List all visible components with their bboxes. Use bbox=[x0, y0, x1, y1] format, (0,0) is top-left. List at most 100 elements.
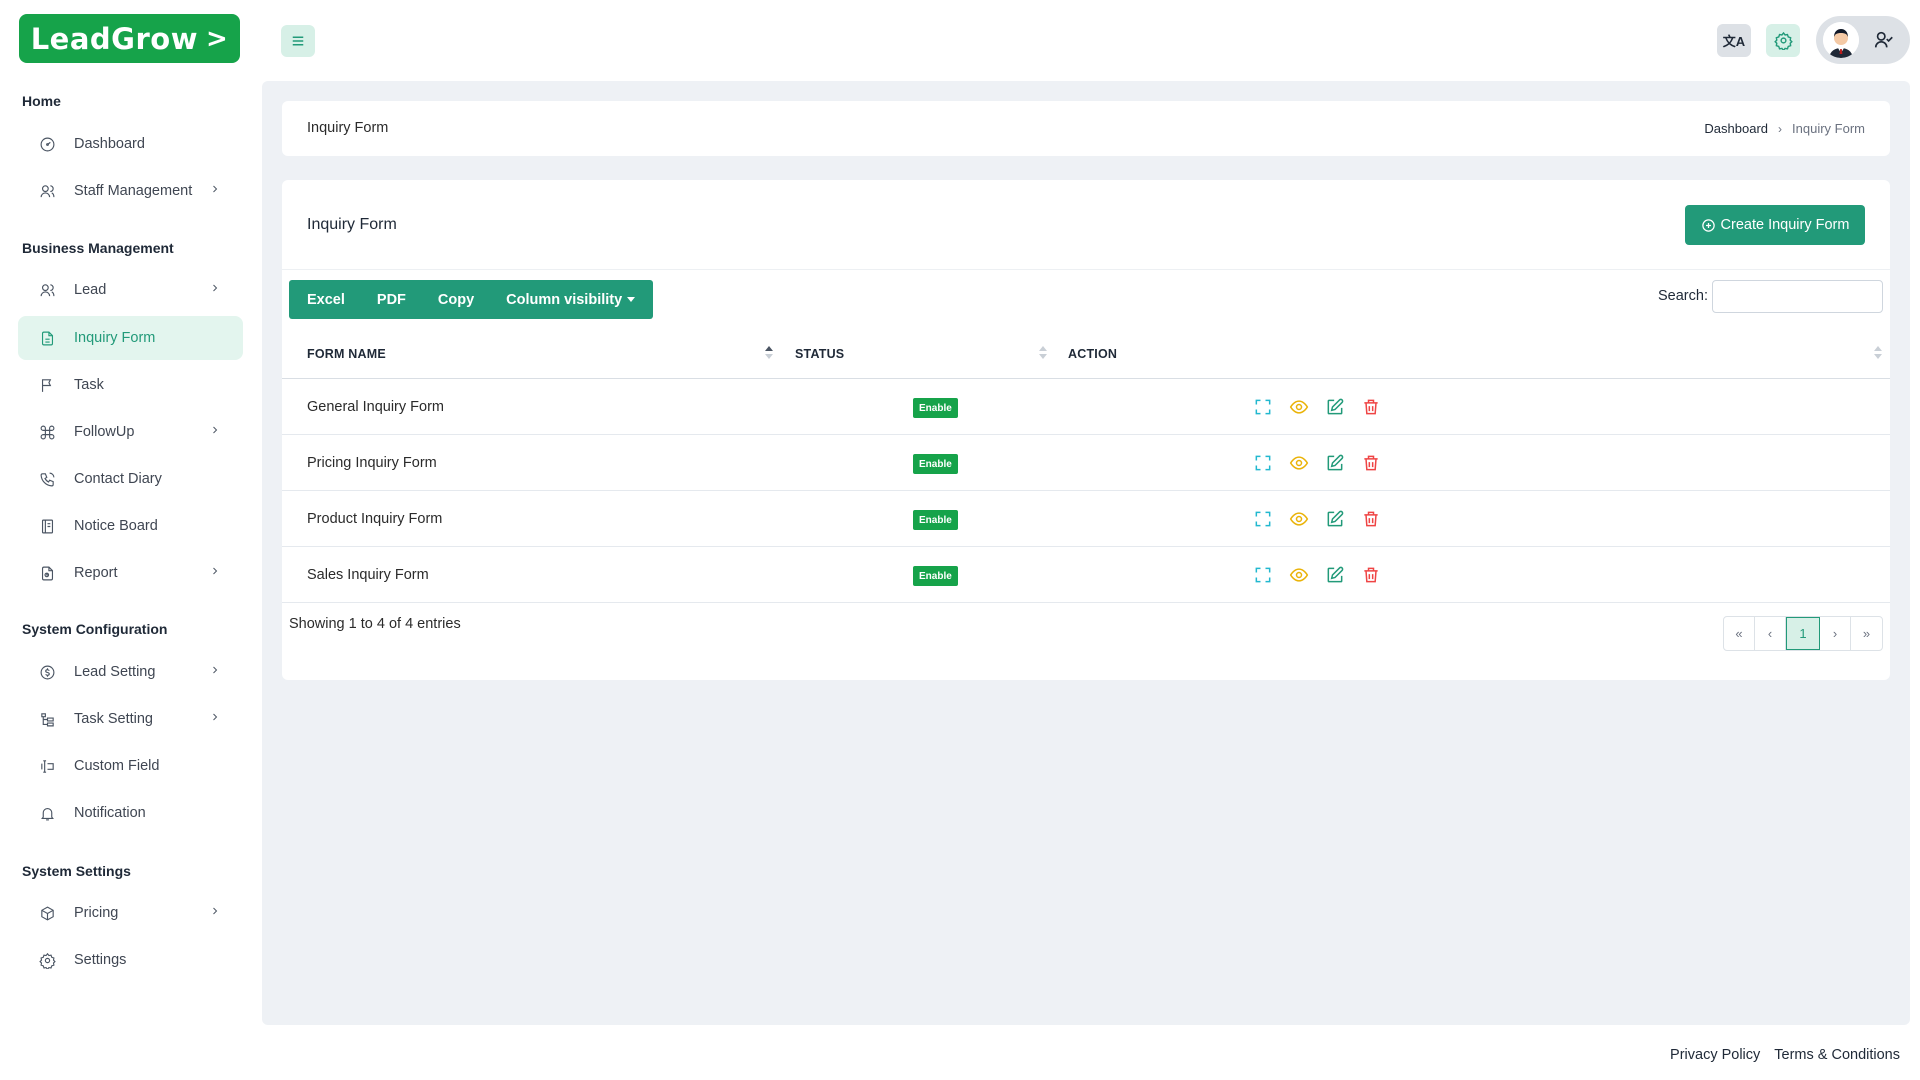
form-name-cell: General Inquiry Form bbox=[307, 399, 444, 415]
last-page-button[interactable]: » bbox=[1851, 617, 1882, 650]
gear-icon bbox=[1773, 31, 1793, 50]
nav-section-system-configuration: System Configuration bbox=[22, 621, 168, 637]
sidebar-item-label: Settings bbox=[74, 952, 127, 968]
sidebar-item-pricing[interactable]: Pricing bbox=[18, 891, 243, 935]
logo-chevron: > bbox=[206, 23, 229, 54]
sidebar-item-lead-setting[interactable]: Lead Setting bbox=[18, 650, 243, 694]
edit-button[interactable] bbox=[1324, 452, 1346, 474]
nav-section-system-settings: System Settings bbox=[22, 863, 131, 879]
sidebar-item-notification[interactable]: Notification bbox=[18, 791, 243, 835]
expand-icon bbox=[1255, 399, 1271, 415]
sidebar-item-label: Task bbox=[74, 377, 104, 393]
chevron-right-icon bbox=[209, 183, 223, 197]
edit-button[interactable] bbox=[1324, 564, 1346, 586]
sidebar-item-inquiry-form[interactable]: Inquiry Form bbox=[18, 316, 243, 360]
sidebar-item-label: Lead bbox=[74, 282, 107, 298]
sidebar-item-lead[interactable]: Lead bbox=[18, 268, 243, 312]
view-button[interactable] bbox=[1288, 396, 1310, 418]
table-row: Sales Inquiry Form Enable bbox=[282, 547, 1890, 603]
phone-icon bbox=[37, 469, 57, 489]
eye-icon bbox=[1289, 400, 1309, 414]
divider bbox=[282, 269, 1890, 270]
sidebar-item-label: Dashboard bbox=[74, 136, 145, 152]
settings-button[interactable] bbox=[1766, 24, 1800, 57]
search-input[interactable] bbox=[1712, 280, 1883, 313]
sidebar-item-notice-board[interactable]: Notice Board bbox=[18, 504, 243, 548]
row-actions bbox=[1252, 564, 1396, 586]
excel-button[interactable]: Excel bbox=[291, 280, 361, 319]
expand-button[interactable] bbox=[1252, 396, 1274, 418]
sidebar-item-contact-diary[interactable]: Contact Diary bbox=[18, 457, 243, 501]
create-inquiry-form-button[interactable]: Create Inquiry Form bbox=[1685, 205, 1865, 245]
footer: Privacy Policy Terms & Conditions bbox=[1656, 1047, 1900, 1063]
chevron-right-icon bbox=[209, 424, 223, 438]
view-button[interactable] bbox=[1288, 508, 1310, 530]
prev-page-button[interactable]: ‹ bbox=[1755, 617, 1786, 650]
gear-icon bbox=[37, 950, 57, 970]
delete-button[interactable] bbox=[1360, 508, 1382, 530]
bell-icon bbox=[37, 803, 57, 823]
page-title: Inquiry Form bbox=[307, 120, 389, 136]
sidebar-item-staff-management[interactable]: Staff Management bbox=[18, 169, 243, 213]
table-summary: Showing 1 to 4 of 4 entries bbox=[289, 616, 461, 632]
sidebar-item-custom-field[interactable]: Custom Field bbox=[18, 744, 243, 788]
pagination: « ‹ 1 › » bbox=[1723, 616, 1883, 651]
sidebar-item-label: Notice Board bbox=[74, 518, 158, 534]
chevron-right-icon: › bbox=[1778, 121, 1783, 136]
sidebar-item-task-setting[interactable]: Task Setting bbox=[18, 697, 243, 741]
create-button-label: Create Inquiry Form bbox=[1720, 217, 1850, 233]
sidebar-item-label: FollowUp bbox=[74, 424, 135, 440]
sidebar-item-settings[interactable]: Settings bbox=[18, 938, 243, 982]
sidebar-item-label: Pricing bbox=[74, 905, 119, 921]
copy-button[interactable]: Copy bbox=[422, 280, 490, 319]
sort-icon[interactable] bbox=[765, 346, 773, 360]
form-name-cell: Pricing Inquiry Form bbox=[307, 455, 437, 471]
logo[interactable]: LeadGrow > bbox=[19, 14, 240, 63]
expand-icon bbox=[1255, 511, 1271, 527]
sidebar-item-report[interactable]: Report bbox=[18, 551, 243, 595]
pdf-button[interactable]: PDF bbox=[361, 280, 422, 319]
translate-button[interactable]: 文A bbox=[1717, 24, 1751, 57]
view-button[interactable] bbox=[1288, 452, 1310, 474]
column-header-status[interactable]: STATUS bbox=[795, 347, 844, 361]
sidebar-item-task[interactable]: Task bbox=[18, 363, 243, 407]
sidebar-item-label: Custom Field bbox=[74, 758, 160, 774]
row-actions bbox=[1252, 508, 1396, 530]
breadcrumb: Dashboard › Inquiry Form bbox=[1704, 121, 1865, 136]
trash-icon bbox=[1364, 567, 1378, 583]
edit-button[interactable] bbox=[1324, 508, 1346, 530]
edit-button[interactable] bbox=[1324, 396, 1346, 418]
column-visibility-label: Column visibility bbox=[506, 291, 623, 308]
sidebar-item-label: Inquiry Form bbox=[74, 330, 156, 346]
next-page-button[interactable]: › bbox=[1820, 617, 1851, 650]
page-header-card: Inquiry Form Dashboard › Inquiry Form bbox=[282, 101, 1890, 156]
sort-icon[interactable] bbox=[1039, 346, 1047, 360]
form-name-cell: Sales Inquiry Form bbox=[307, 567, 429, 583]
breadcrumb-dashboard-link[interactable]: Dashboard bbox=[1704, 121, 1768, 136]
column-header-action[interactable]: ACTION bbox=[1068, 347, 1117, 361]
sidebar-item-label: Lead Setting bbox=[74, 664, 156, 680]
caret-down-icon bbox=[627, 297, 636, 302]
view-button[interactable] bbox=[1288, 564, 1310, 586]
column-visibility-button[interactable]: Column visibility bbox=[490, 280, 651, 319]
sidebar-item-dashboard[interactable]: Dashboard bbox=[18, 122, 243, 166]
sidebar-item-label: Report bbox=[74, 565, 118, 581]
first-page-button[interactable]: « bbox=[1724, 617, 1755, 650]
delete-button[interactable] bbox=[1360, 452, 1382, 474]
terms-conditions-link[interactable]: Terms & Conditions bbox=[1774, 1047, 1900, 1063]
sidebar-item-followup[interactable]: FollowUp bbox=[18, 410, 243, 454]
user-menu[interactable] bbox=[1816, 16, 1910, 64]
chevron-right-icon bbox=[209, 565, 223, 579]
export-button-group: Excel PDF Copy Column visibility bbox=[289, 280, 654, 319]
column-header-form-name[interactable]: FORM NAME bbox=[307, 347, 386, 361]
menu-toggle-button[interactable] bbox=[281, 25, 315, 57]
delete-button[interactable] bbox=[1360, 564, 1382, 586]
expand-button[interactable] bbox=[1252, 508, 1274, 530]
delete-button[interactable] bbox=[1360, 396, 1382, 418]
page-1-button[interactable]: 1 bbox=[1786, 617, 1820, 650]
sort-icon[interactable] bbox=[1874, 346, 1882, 360]
chevron-right-icon bbox=[209, 664, 223, 678]
expand-button[interactable] bbox=[1252, 452, 1274, 474]
privacy-policy-link[interactable]: Privacy Policy bbox=[1670, 1047, 1760, 1063]
expand-button[interactable] bbox=[1252, 564, 1274, 586]
